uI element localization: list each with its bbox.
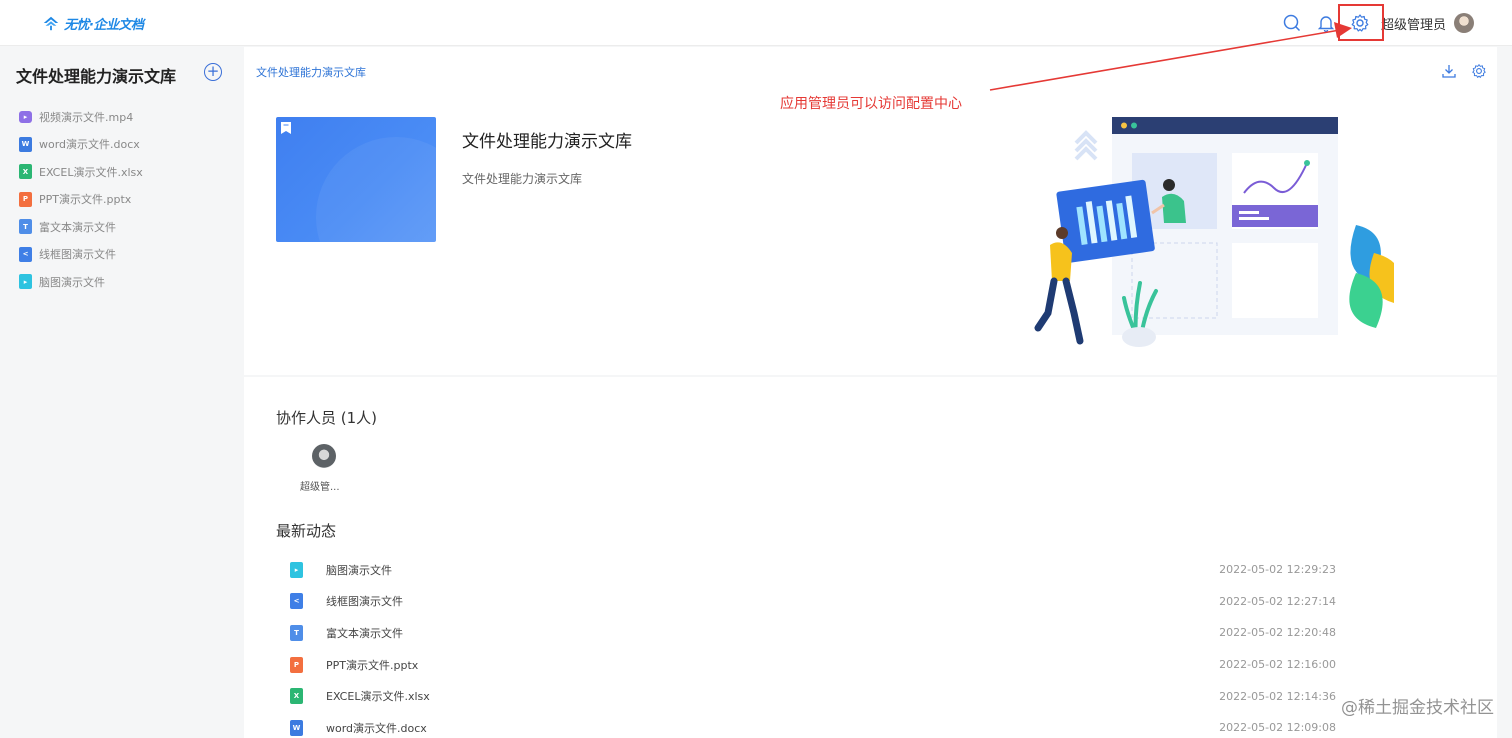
activity-time: 2022-05-02 12:16:00 xyxy=(1219,658,1336,672)
library-header: 文件处理能力演示文库 文件处理能力演示文库 文件处理能力演示文库 应用管理员可以… xyxy=(244,47,1497,375)
breadcrumb[interactable]: 文件处理能力演示文库 xyxy=(256,64,366,80)
library-tools xyxy=(1441,63,1487,79)
sidebar-file-list: ▸ 视频演示文件.mp4 Wword演示文件.docx X EXCEL演示文件.xl… xyxy=(19,103,143,296)
richtext-file-icon: T xyxy=(290,624,303,641)
sidebar-item-label: PPT演示文件.pptx xyxy=(39,193,132,207)
sidebar-item-label: 视频演示文件.mp4 xyxy=(39,110,134,124)
sidebar-item-label: EXCEL演示文件.xlsx xyxy=(39,165,143,179)
notification-button[interactable] xyxy=(1315,12,1337,34)
video-file-icon: ▸ xyxy=(19,110,32,123)
sidebar-item-video[interactable]: ▸ 视频演示文件.mp4 xyxy=(19,103,143,131)
dashboard-illustration xyxy=(1034,117,1394,347)
activity-name[interactable]: PPT演示文件.pptx xyxy=(326,657,418,673)
bell-icon xyxy=(1317,16,1335,33)
excel-file-icon: X xyxy=(290,688,303,705)
add-button[interactable]: + xyxy=(204,63,222,81)
activity-name[interactable]: word演示文件.docx xyxy=(326,720,427,736)
collaborator-avatar[interactable] xyxy=(312,444,336,468)
user-avatar[interactable] xyxy=(1454,13,1474,33)
sidebar-item-wireframe[interactable]: < 线框图演示文件 xyxy=(19,241,143,269)
search-button[interactable] xyxy=(1281,12,1303,34)
bookmark-icon xyxy=(281,122,291,134)
activity-row[interactable]: Wword演示文件.docx 2022-05-02 12:09:08 xyxy=(290,712,1336,738)
user-name[interactable]: 超级管理员 xyxy=(1381,14,1446,33)
sidebar-item-label: 富文本演示文件 xyxy=(39,220,116,234)
activity-row[interactable]: ▸ 脑图演示文件 2022-05-02 12:29:23 xyxy=(290,554,1336,586)
sidebar-item-ppt[interactable]: P PPT演示文件.pptx xyxy=(19,186,143,214)
plus-icon: + xyxy=(206,62,220,80)
word-file-icon: W xyxy=(290,719,303,736)
activity-name[interactable]: 富文本演示文件 xyxy=(326,625,403,641)
logo-text: 无忧·企业文档 xyxy=(64,17,144,33)
library-settings-icon[interactable] xyxy=(1471,63,1487,79)
activity-time: 2022-05-02 12:14:36 xyxy=(1219,689,1336,703)
search-icon xyxy=(1283,14,1301,32)
activity-row[interactable]: X EXCEL演示文件.xlsx 2022-05-02 12:14:36 xyxy=(290,680,1336,712)
activity-title: 最新动态 xyxy=(276,522,337,540)
sidebar-title: 文件处理能力演示文库 xyxy=(16,67,177,86)
logo-icon xyxy=(43,16,59,31)
top-toolbar: 超级管理员 xyxy=(1281,0,1512,46)
collaborators-title: 协作人员 (1人) xyxy=(276,409,378,427)
activity-time: 2022-05-02 12:29:23 xyxy=(1219,563,1336,577)
watermark: @稀土掘金技术社区 xyxy=(1341,698,1494,718)
activity-row[interactable]: P PPT演示文件.pptx 2022-05-02 12:16:00 xyxy=(290,649,1336,681)
sidebar-item-label: 线框图演示文件 xyxy=(39,248,116,262)
brand-logo[interactable]: 无忧·企业文档 xyxy=(42,12,144,34)
library-title: 文件处理能力演示文库 xyxy=(462,132,632,152)
activity-list: ▸ 脑图演示文件 2022-05-02 12:29:23 < 线框图演示文件 2022-… xyxy=(290,554,1336,738)
activity-row[interactable]: T 富文本演示文件 2022-05-02 12:20:48 xyxy=(290,617,1336,649)
activity-time: 2022-05-02 12:27:14 xyxy=(1219,594,1336,608)
wireframe-file-icon: < xyxy=(290,593,303,610)
word-file-icon: W xyxy=(19,136,32,152)
activity-name[interactable]: EXCEL演示文件.xlsx xyxy=(326,688,430,704)
mindmap-file-icon: ▸ xyxy=(19,274,32,290)
main-content: 文件处理能力演示文库 文件处理能力演示文库 文件处理能力演示文库 应用管理员可以… xyxy=(244,47,1497,738)
download-icon[interactable] xyxy=(1441,63,1457,79)
richtext-file-icon: T xyxy=(19,219,32,235)
activity-time: 2022-05-02 12:09:08 xyxy=(1219,721,1336,735)
wireframe-file-icon: < xyxy=(19,246,32,262)
annotation-text: 应用管理员可以访问配置中心 xyxy=(780,96,962,112)
sidebar-item-label: word演示文件.docx xyxy=(39,138,140,152)
collaborator-name: 超级管... xyxy=(300,482,340,493)
excel-file-icon: X xyxy=(19,164,32,180)
activity-name[interactable]: 线框图演示文件 xyxy=(326,593,403,609)
mindmap-file-icon: ▸ xyxy=(290,561,303,578)
library-cover xyxy=(276,117,436,242)
ppt-file-icon: P xyxy=(19,191,32,207)
sidebar-item-label: 脑图演示文件 xyxy=(39,275,105,289)
sidebar-item-word[interactable]: Wword演示文件.docx xyxy=(19,131,143,159)
top-bar: 无忧·企业文档 超级管理员 xyxy=(0,0,1512,46)
activity-row[interactable]: < 线框图演示文件 2022-05-02 12:27:14 xyxy=(290,586,1336,618)
sidebar: 文件处理能力演示文库 + ▸ 视频演示文件.mp4 Wword演示文件.docx … xyxy=(0,46,243,738)
library-details: 协作人员 (1人) 超级管... 最新动态 ▸ 脑图演示文件 2022-05-02 … xyxy=(244,377,1497,738)
library-description: 文件处理能力演示文库 xyxy=(462,172,583,186)
settings-highlight-box xyxy=(1338,4,1384,41)
activity-time: 2022-05-02 12:20:48 xyxy=(1219,626,1336,640)
activity-name[interactable]: 脑图演示文件 xyxy=(326,562,392,578)
sidebar-item-excel[interactable]: X EXCEL演示文件.xlsx xyxy=(19,158,143,186)
scrollbar-track[interactable] xyxy=(1497,47,1512,738)
ppt-file-icon: P xyxy=(290,656,303,673)
sidebar-item-mindmap[interactable]: ▸ 脑图演示文件 xyxy=(19,268,143,296)
sidebar-item-richtext[interactable]: T 富文本演示文件 xyxy=(19,213,143,241)
